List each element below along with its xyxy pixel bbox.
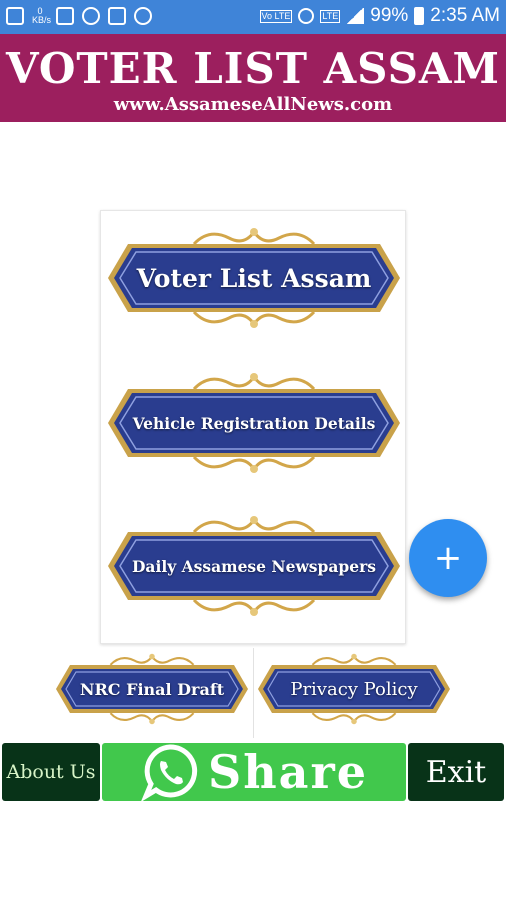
add-fab-button[interactable]: +	[409, 519, 487, 597]
app-website: www.AssameseAllNews.com	[113, 94, 393, 115]
book-icon	[6, 7, 24, 25]
app-header: VOTER LIST ASSAM www.AssameseAllNews.com	[0, 34, 506, 122]
about-us-label: About Us	[6, 761, 96, 783]
nrc-draft-button[interactable]: NRC Final Draft	[54, 653, 250, 725]
status-bar: 0 KB/s Vo LTE LTE 99% 2:35 AM	[0, 0, 506, 34]
sync-icon	[298, 8, 315, 24]
volte-icon: Vo LTE	[259, 9, 293, 23]
newspapers-button[interactable]: Daily Assamese Newspapers	[106, 516, 402, 616]
notification-icons: 0 KB/s	[6, 7, 152, 25]
net-speed-unit: KB/s	[32, 15, 52, 25]
net-speed: 0 KB/s	[32, 7, 52, 25]
share-label: Share	[208, 745, 368, 799]
exit-label: Exit	[425, 754, 487, 790]
about-us-button[interactable]: About Us	[2, 743, 100, 801]
app-title: VOTER LIST ASSAM	[5, 44, 501, 93]
vehicle-registration-button[interactable]: Vehicle Registration Details	[106, 373, 402, 473]
voter-list-button[interactable]: Voter List Assam	[106, 228, 402, 328]
battery-percent: 99%	[370, 5, 409, 26]
signal-icon	[346, 8, 365, 24]
privacy-policy-label: Privacy Policy	[290, 678, 418, 700]
voter-list-label: Voter List Assam	[136, 263, 372, 293]
nrc-draft-label: NRC Final Draft	[79, 679, 225, 699]
clock: 2:35 AM	[430, 5, 500, 26]
mail-icon	[108, 7, 126, 25]
chat-icon	[134, 7, 152, 25]
search-icon	[82, 7, 100, 25]
battery-icon	[414, 7, 425, 25]
system-status: Vo LTE LTE 99% 2:35 AM	[259, 5, 500, 27]
divider	[253, 648, 254, 738]
lte-icon: LTE	[320, 9, 341, 23]
exit-button[interactable]: Exit	[408, 743, 504, 801]
whatsapp-icon	[140, 744, 198, 802]
copy-icon	[56, 7, 74, 25]
vehicle-registration-label: Vehicle Registration Details	[132, 413, 376, 433]
plus-icon: +	[433, 538, 463, 578]
share-button[interactable]: Share	[102, 743, 406, 802]
newspapers-label: Daily Assamese Newspapers	[131, 556, 376, 576]
privacy-policy-button[interactable]: Privacy Policy	[256, 653, 452, 725]
